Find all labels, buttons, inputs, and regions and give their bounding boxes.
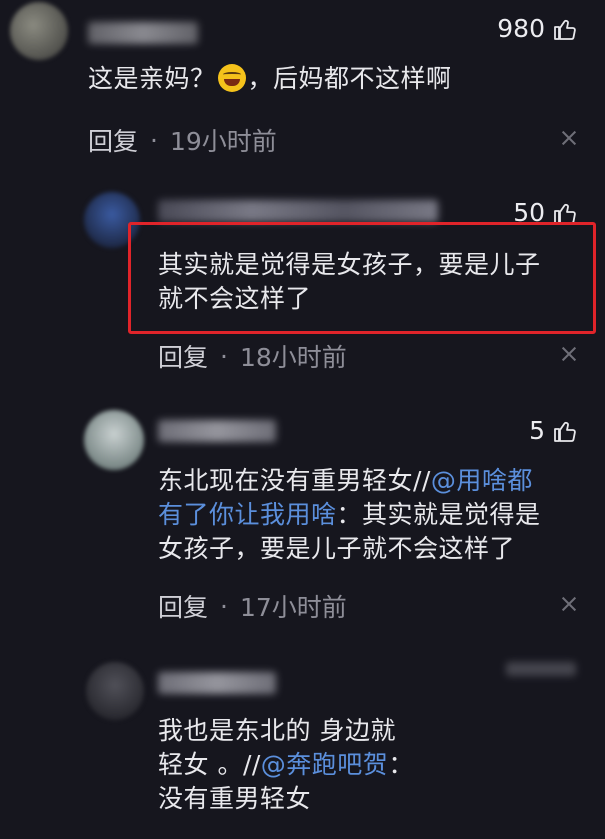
separator-dot: · [220,341,228,371]
comment-text-part: ：其实就是觉得是 [336,500,541,529]
close-icon[interactable] [561,596,577,612]
avatar[interactable] [10,2,68,60]
like-count: 5 [529,416,545,445]
comment-line: 我也是东北的 身边就 [158,716,396,745]
username[interactable] [158,672,276,694]
comment-text-part: 东北现在没有重男轻女// [158,466,431,495]
laughing-crying-emoji-icon [217,64,246,92]
like-count: 980 [497,14,545,43]
like-control[interactable]: 5 [529,416,577,445]
comment-text: 东北现在没有重男轻女//@用啥都 有了你让我用啥：其实就是觉得是 女孩子，要是儿… [158,464,541,566]
reply-button[interactable]: 回复 [88,122,138,158]
comment-line: 有了你让我用啥：其实就是觉得是 [158,498,541,532]
comment-text-part: 轻女 。// [158,750,261,779]
reply-button[interactable]: 回复 [158,338,208,374]
thumbs-up-icon[interactable] [553,17,577,41]
comment-meta: 回复 · 17小时前 [158,588,347,624]
thumbs-up-icon[interactable] [553,419,577,443]
thumbs-up-icon[interactable] [553,201,577,225]
comment-text: 这是亲妈？ ，后妈都不这样啊 [88,62,452,96]
like-control[interactable]: 980 [497,14,577,43]
comment-text-part: ，后妈都不这样啊 [247,64,452,93]
username[interactable] [158,200,438,222]
username[interactable] [158,420,276,442]
user-mention-link[interactable]: 有了你让我用啥 [158,500,337,529]
comment-text-part: ： [388,750,414,779]
comment-line: 其实就是觉得是女孩子，要是儿子 [158,250,541,279]
comment-text: 我也是东北的 身边就 轻女 。//@奔跑吧贺： 没有重男轻女 [158,714,414,816]
comment-text-overlay [440,710,605,790]
user-mention-link[interactable]: @奔跑吧贺 [261,750,389,779]
close-icon[interactable] [561,346,577,362]
avatar[interactable] [86,662,144,720]
comment-meta: 回复 · 19小时前 [88,122,277,158]
comment-meta: 回复 · 18小时前 [158,338,347,374]
avatar[interactable] [84,410,144,470]
comment-text: 其实就是觉得是女孩子，要是儿子 就不会这样了 [158,248,541,316]
timestamp: 19小时前 [169,127,277,156]
reply-button[interactable]: 回复 [158,588,208,624]
comment-line: 东北现在没有重男轻女//@用啥都 [158,464,541,498]
comment-line: 轻女 。//@奔跑吧贺： [158,748,414,782]
timestamp: 17小时前 [239,593,347,622]
comment-line: 没有重男轻女 [158,784,312,813]
comment-line: 就不会这样了 [158,284,312,313]
timestamp: 18小时前 [239,343,347,372]
separator-dot: · [150,125,158,155]
comment-text-part: 这是亲妈？ [88,64,216,93]
separator-dot: · [220,591,228,621]
comment-line: 女孩子，要是儿子就不会这样了 [158,534,516,563]
close-icon[interactable] [561,130,577,146]
username[interactable] [88,22,198,44]
like-control[interactable] [506,662,576,676]
user-mention-link[interactable]: @用啥都 [431,466,533,495]
